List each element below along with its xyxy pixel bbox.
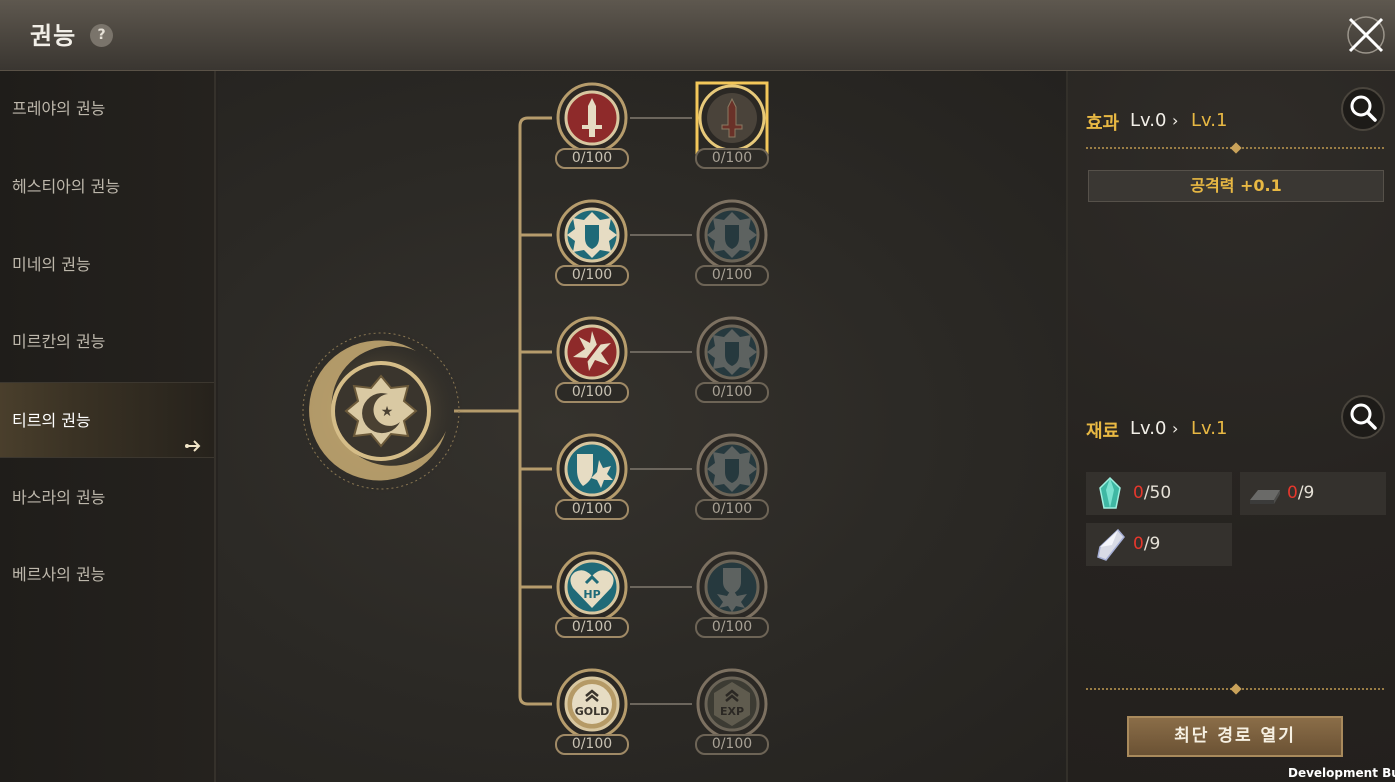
materials-title: 재료 [1086,421,1120,442]
sidebar-item-basra[interactable]: 바스라의 권능 [0,460,214,536]
sidebar-item-label: 미네의 권능 [12,255,91,274]
sidebar-item-label: 프레야의 권능 [12,99,106,118]
arrow-right-icon [184,412,202,452]
material-slot[interactable]: 0/9 [1240,472,1386,515]
tree-node-shield-locked[interactable] [695,432,769,506]
materials-search-button[interactable] [1341,395,1385,439]
svg-text:GOLD: GOLD [575,705,610,718]
effect-title: 효과 [1086,113,1120,134]
sidebar-item-mirkan[interactable]: 미르칸의 권능 [0,304,214,380]
node-count: 0/100 [555,148,629,169]
divider-ornament [1230,142,1242,154]
sidebar-item-mine[interactable]: 미네의 권능 [0,227,214,303]
skill-tree: ★ 0/100 0/100 0/100 0/100 0/100 0/100 0/… [218,71,1066,782]
material-amount: 0/9 [1133,534,1161,554]
tree-node-gold[interactable]: GOLD [555,667,629,741]
tree-node-shield[interactable] [555,198,629,272]
close-icon[interactable] [1344,13,1388,57]
node-count: 0/100 [555,734,629,755]
search-icon [1350,403,1377,430]
sidebar-item-freya[interactable]: 프레야의 권능 [0,71,214,147]
node-count: 0/100 [555,382,629,403]
white-crystal-icon [1097,528,1125,561]
material-amount: 0/9 [1287,483,1315,503]
svg-text:HP: HP [583,588,600,601]
node-count: 0/100 [695,265,769,286]
sidebar-item-hestia[interactable]: 헤스티아의 권능 [0,149,214,225]
help-icon[interactable]: ? [90,24,113,47]
sidebar: 프레야의 권능 헤스티아의 권능 미네의 권능 미르칸의 권능 티르의 권능 바… [0,71,216,782]
node-count: 0/100 [555,499,629,520]
page-title: 권능 [30,22,77,50]
sidebar-item-label: 미르칸의 권능 [12,332,106,351]
node-count: 0/100 [555,617,629,638]
tree-node-burst-sword[interactable] [555,315,629,389]
material-slot[interactable]: 0/50 [1086,472,1232,515]
chevron-right-icon: › [1172,419,1179,438]
tree-node-sword[interactable] [555,81,629,155]
node-count: 0/100 [695,734,769,755]
effect-stat-row: 공격력 +0.1 [1088,170,1384,202]
sidebar-item-label: 헤스티아의 권능 [12,177,121,196]
metal-ingot-icon [1250,490,1280,504]
tree-node-shield-locked[interactable] [695,198,769,272]
sidebar-item-tyr[interactable]: 티르의 권능 [0,382,214,458]
node-count: 0/100 [695,382,769,403]
open-shortest-path-button[interactable]: 최단 경로 열기 [1127,716,1343,757]
title-bar: 권능 ? [0,0,1395,71]
development-build-label: Development Build [1288,766,1395,780]
sidebar-item-label: 베르사의 권능 [12,565,106,584]
sidebar-item-label: 티르의 권능 [12,411,91,430]
tree-node-shield-burst-locked[interactable] [695,550,769,624]
material-amount: 0/50 [1133,483,1172,503]
tree-node-shield-locked[interactable] [695,315,769,389]
divider-ornament [1230,683,1242,695]
node-count: 0/100 [555,265,629,286]
chevron-right-icon: › [1172,111,1179,130]
tree-node-sword-selected[interactable] [695,81,769,155]
node-count: 0/100 [695,148,769,169]
materials-level-from: Lv.0 [1130,418,1167,439]
sidebar-item-bersa[interactable]: 베르사의 권능 [0,537,214,613]
sidebar-item-label: 바스라의 권능 [12,488,106,507]
green-crystal-icon [1099,476,1121,509]
node-count: 0/100 [695,499,769,520]
materials-level-to: Lv.1 [1191,418,1228,439]
crescent-moon-star-emblem-icon[interactable]: ★ [296,326,466,496]
svg-text:★: ★ [381,404,394,420]
node-count: 0/100 [695,617,769,638]
tree-node-hp-heart[interactable]: HP [555,550,629,624]
effect-level-from: Lv.0 [1130,110,1167,131]
material-slot[interactable]: 0/9 [1086,523,1232,566]
search-icon [1350,95,1377,122]
effect-search-button[interactable] [1341,87,1385,131]
svg-text:EXP: EXP [720,705,744,718]
tree-node-shield-burst[interactable] [555,432,629,506]
detail-panel: 효과 Lv.0 › Lv.1 공격력 +0.1 재료 Lv.0 › Lv.1 0… [1066,71,1395,782]
tree-node-exp-locked[interactable]: EXP [695,667,769,741]
effect-level-to: Lv.1 [1191,110,1228,131]
